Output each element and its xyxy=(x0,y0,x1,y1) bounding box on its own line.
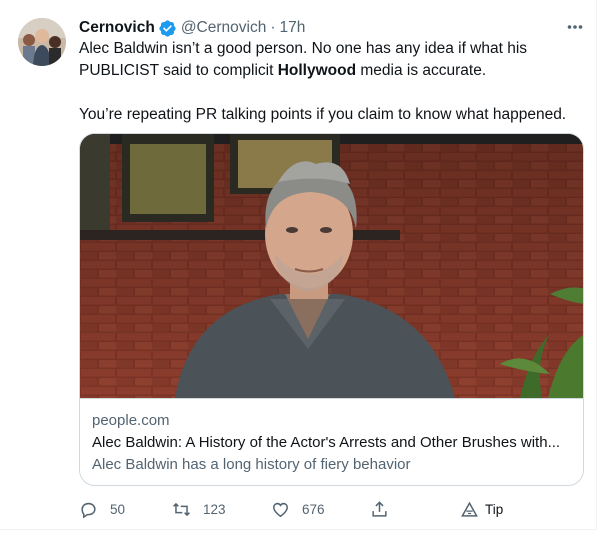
author-handle[interactable]: @Cernovich xyxy=(181,19,267,37)
tweet-text-segment: media is accurate. xyxy=(356,62,487,79)
tweet-text-line: PUBLICIST said to complicit Hollywood me… xyxy=(79,60,579,82)
timestamp[interactable]: 17h xyxy=(280,19,306,37)
tip-icon xyxy=(461,501,478,517)
card-body: people.com Alec Baldwin: A History of th… xyxy=(80,398,583,485)
avatar-photo xyxy=(18,18,66,66)
like-button[interactable]: 676 xyxy=(271,497,325,521)
action-bar: 50 123 676 Tip xyxy=(79,497,579,521)
tip-label: Tip xyxy=(485,501,504,517)
reply-button[interactable]: 50 xyxy=(79,497,125,521)
tweet-text-bold: Hollywood xyxy=(277,62,357,79)
tweet-container[interactable]: Cernovich @Cernovich · 17h Alec Baldwin … xyxy=(0,0,597,530)
card-domain: people.com xyxy=(92,412,170,429)
tweet-header: Cernovich @Cernovich · 17h xyxy=(79,16,305,40)
reply-count: 50 xyxy=(110,501,126,517)
tweet-text-line: Alec Baldwin isn’t a good person. No one… xyxy=(79,40,528,57)
more-icon[interactable] xyxy=(563,17,587,37)
tweet-text-line: You’re repeating PR talking points if yo… xyxy=(79,106,567,123)
retweet-icon xyxy=(173,502,190,516)
card-image xyxy=(80,134,583,398)
heart-icon xyxy=(273,502,288,517)
author-name[interactable]: Cernovich xyxy=(79,19,155,37)
link-preview-card[interactable]: people.com Alec Baldwin: A History of th… xyxy=(79,133,584,486)
tip-button[interactable]: Tip xyxy=(460,497,503,521)
tweet-text: Alec Baldwin isn’t a good person. No one… xyxy=(79,38,579,126)
avatar[interactable] xyxy=(18,18,66,66)
reply-icon xyxy=(81,502,96,518)
verified-badge-icon xyxy=(158,19,177,38)
card-title: Alec Baldwin: A History of the Actor's A… xyxy=(92,434,561,451)
share-icon xyxy=(372,500,387,517)
share-button[interactable] xyxy=(370,497,389,521)
retweet-button[interactable]: 123 xyxy=(172,497,226,521)
like-count: 676 xyxy=(302,501,325,517)
tweet-text-segment: PUBLICIST said to complicit xyxy=(79,62,278,79)
retweet-count: 123 xyxy=(203,501,226,517)
card-description: Alec Baldwin has a long history of fiery… xyxy=(92,456,411,473)
separator-dot: · xyxy=(270,19,276,36)
